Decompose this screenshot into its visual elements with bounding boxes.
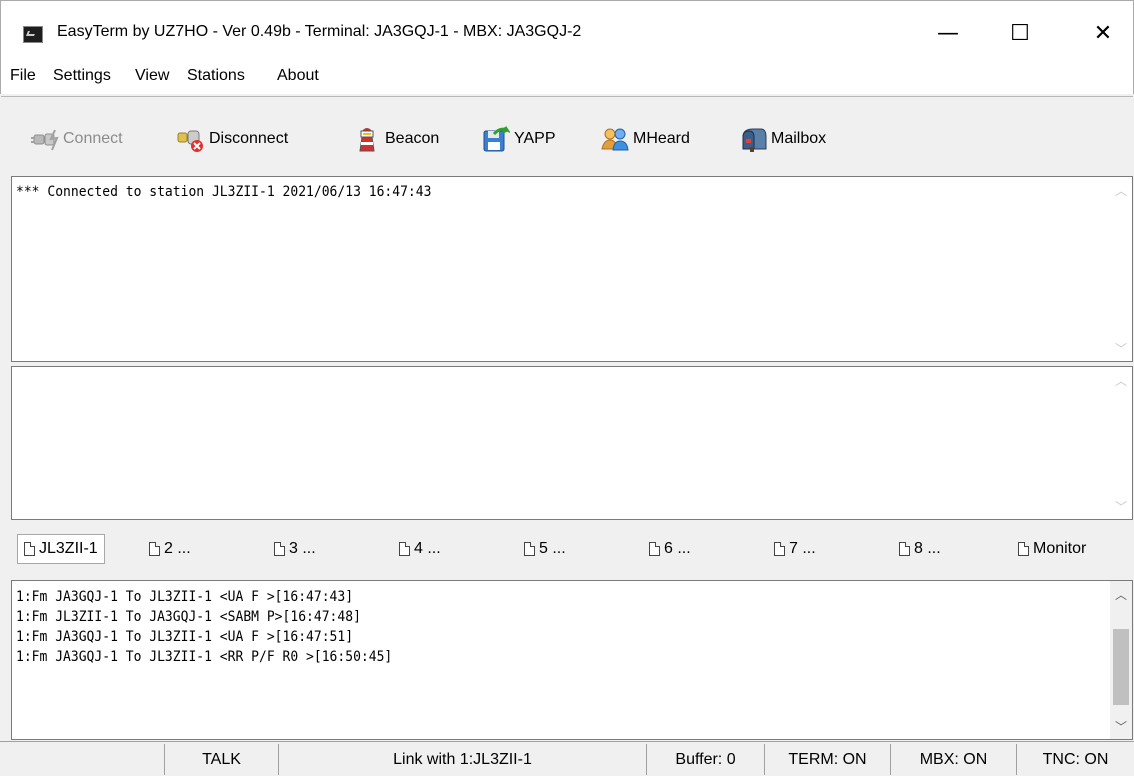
monitor-scrollbar[interactable]: ︿ ﹀ [1110,581,1132,739]
scroll-up-icon[interactable]: ︿ [1110,179,1132,201]
beacon-button[interactable]: Beacon [353,123,439,155]
tab-session-4[interactable]: 4 ... [399,534,441,564]
menu-bar: File Settings View Stations About [0,64,1134,94]
menu-view[interactable]: View [135,67,169,85]
tab-session-8[interactable]: 8 ... [899,534,941,564]
menu-stations[interactable]: Stations [187,67,245,85]
tab-label: 7 ... [789,540,816,557]
status-link: Link with 1:JL3ZII-1 [278,744,646,775]
connect-icon [31,125,59,153]
monitor-line: 1:Fm JL3ZII-1 To JA3GQJ-1 <SABM P>[16:47… [16,609,361,625]
monitor-line: 1:Fm JA3GQJ-1 To JL3ZII-1 <RR P/F R0 >[1… [16,649,393,665]
yapp-label: YAPP [514,130,556,147]
scroll-thumb[interactable] [1113,629,1129,705]
tab-label: 3 ... [289,540,316,557]
connect-button[interactable]: Connect [31,123,123,155]
session-tabs: JL3ZII-1 2 ... 3 ... 4 ... 5 ... 6 ... 7… [11,528,1133,572]
tab-label: Monitor [1033,540,1087,557]
document-icon [524,542,535,556]
scroll-down-icon[interactable]: ﹀ [1110,337,1132,359]
tab-session-2[interactable]: 2 ... [149,534,191,564]
toolbar: Connect Disconnect Beacon YAPP MHeard Ma… [1,96,1133,176]
document-icon [274,542,285,556]
monitor-line: 1:Fm JA3GQJ-1 To JL3ZII-1 <UA F >[16:47:… [16,589,354,605]
maximize-button[interactable]: ☐ [991,13,1049,53]
minimize-button[interactable]: — [919,13,977,53]
users-icon [601,125,629,153]
document-icon [774,542,785,556]
status-mode: TALK [164,744,278,775]
document-icon [399,542,410,556]
menu-settings[interactable]: Settings [53,67,111,85]
input-scrollbar[interactable]: ︿ ﹀ [1110,367,1132,519]
title-bar: EasyTerm by UZ7HO - Ver 0.49b - Terminal… [0,0,1134,64]
tab-label: 5 ... [539,540,566,557]
beacon-label: Beacon [385,130,440,147]
tab-label: 4 ... [414,540,441,557]
status-bar: TALK Link with 1:JL3ZII-1 Buffer: 0 TERM… [0,741,1134,776]
tab-session-1[interactable]: JL3ZII-1 [17,534,105,564]
status-term: TERM: ON [764,744,890,775]
scroll-up-icon[interactable]: ︿ [1110,583,1132,605]
status-mbx: MBX: ON [890,744,1016,775]
document-icon [649,542,660,556]
mailbox-label: Mailbox [771,130,827,147]
mheard-button[interactable]: MHeard [601,123,690,155]
mheard-label: MHeard [633,130,690,147]
tab-session-7[interactable]: 7 ... [774,534,816,564]
tab-session-3[interactable]: 3 ... [274,534,316,564]
disconnect-label: Disconnect [209,130,289,147]
menu-file[interactable]: File [10,67,36,85]
monitor-output[interactable]: 1:Fm JA3GQJ-1 To JL3ZII-1 <UA F >[16:47:… [11,580,1133,740]
document-icon [899,542,910,556]
terminal-output[interactable]: *** Connected to station JL3ZII-1 2021/0… [11,176,1133,362]
tab-monitor[interactable]: Monitor [1018,534,1086,564]
monitor-line: 1:Fm JA3GQJ-1 To JL3ZII-1 <UA F >[16:47:… [16,629,354,645]
status-tnc: TNC: ON [1016,744,1134,775]
terminal-line: *** Connected to station JL3ZII-1 2021/0… [16,184,432,200]
close-button[interactable]: ✕ [1074,13,1132,53]
status-buffer: Buffer: 0 [646,744,764,775]
disconnect-icon [177,125,205,153]
document-icon [1018,542,1029,556]
tab-label: 6 ... [664,540,691,557]
tab-label: 2 ... [164,540,191,557]
terminal-scrollbar[interactable]: ︿ ﹀ [1110,177,1132,361]
tab-label: 8 ... [914,540,941,557]
yapp-button[interactable]: YAPP [482,123,556,155]
document-icon [149,542,160,556]
scroll-down-icon[interactable]: ﹀ [1110,495,1132,517]
floppy-arrow-icon [482,125,512,153]
document-icon [24,542,35,556]
tab-session-6[interactable]: 6 ... [649,534,691,564]
terminal-input[interactable]: ︿ ﹀ [11,366,1133,520]
mailbox-button[interactable]: Mailbox [739,123,826,155]
tab-label: JL3ZII-1 [39,540,98,557]
terminal-app-icon [23,26,43,43]
window-title: EasyTerm by UZ7HO - Ver 0.49b - Terminal… [57,23,582,40]
mailbox-icon [739,125,767,153]
tab-session-5[interactable]: 5 ... [524,534,566,564]
scroll-down-icon[interactable]: ﹀ [1110,715,1132,737]
connect-label: Connect [63,130,123,147]
lighthouse-icon [353,125,381,153]
scroll-up-icon[interactable]: ︿ [1110,369,1132,391]
menu-about[interactable]: About [277,67,319,85]
disconnect-button[interactable]: Disconnect [177,123,288,155]
